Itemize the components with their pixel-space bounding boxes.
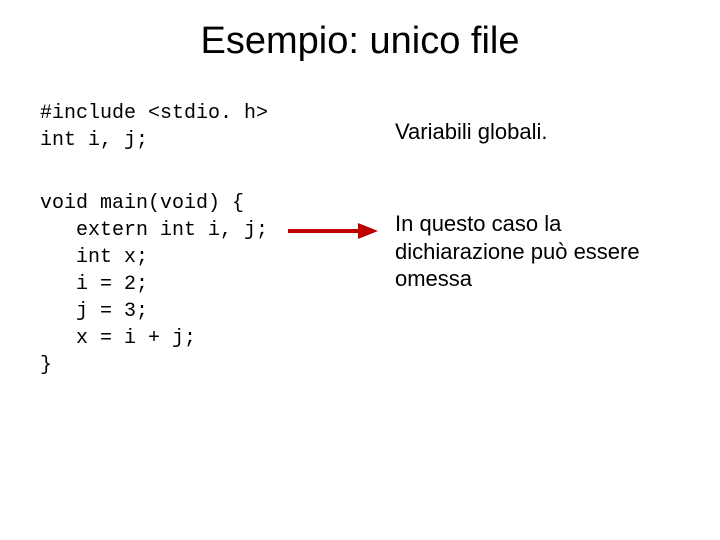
code-block-includes: #include <stdio. h> int i, j; bbox=[40, 100, 268, 154]
slide: Esempio: unico file #include <stdio. h> … bbox=[0, 0, 720, 540]
slide-title: Esempio: unico file bbox=[0, 20, 720, 63]
arrow-head bbox=[358, 223, 378, 239]
arrow-line bbox=[288, 229, 360, 233]
code-block-main: void main(void) { extern int i, j; int x… bbox=[40, 190, 268, 379]
arrow-icon bbox=[288, 224, 378, 238]
annotation-global-vars: Variabili globali. bbox=[395, 118, 547, 146]
annotation-declaration-omitted: In questo caso la dichiarazione può esse… bbox=[395, 210, 675, 293]
